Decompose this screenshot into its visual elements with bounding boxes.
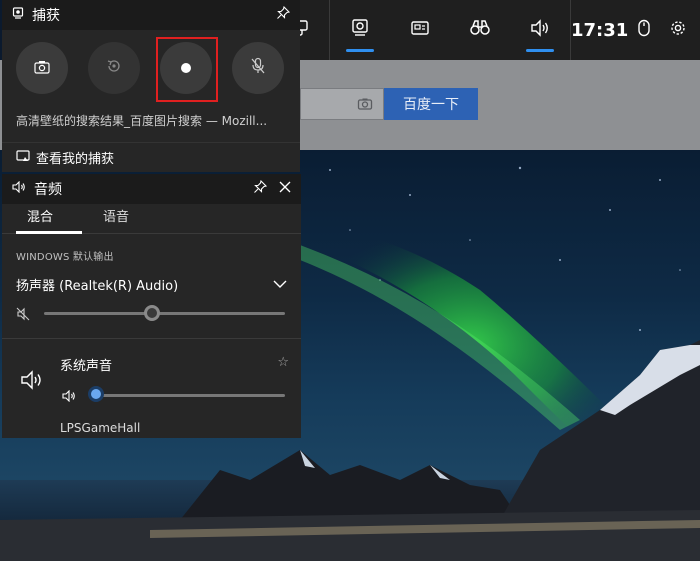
next-app-name: LPSGameHall <box>60 421 141 435</box>
audio-icon <box>529 18 551 42</box>
master-volume-track[interactable] <box>44 312 285 315</box>
settings-button[interactable] <box>661 0 695 60</box>
clock-time: 17:31 <box>571 19 629 41</box>
app-volume-track[interactable] <box>96 394 285 397</box>
app-volume-row: 系统声音 ☆ LPSGameHall <box>2 339 301 435</box>
settings-icon <box>669 19 687 41</box>
mouse-button[interactable] <box>627 0 661 60</box>
capture-title: 捕获 <box>32 8 60 24</box>
close-icon[interactable] <box>279 181 291 197</box>
gallery-icon <box>16 149 30 166</box>
mouse-icon <box>637 19 651 41</box>
mic-toggle-button[interactable] <box>232 42 284 94</box>
game-bar: 17:31 <box>269 0 700 60</box>
mute-icon[interactable] <box>16 306 30 325</box>
chevron-down-icon <box>273 277 287 292</box>
tab-voice[interactable]: 语音 <box>78 204 154 233</box>
pin-icon[interactable] <box>253 179 268 198</box>
app-name: 系统声音 <box>60 359 113 374</box>
audio-header[interactable]: 音频 <box>2 174 301 204</box>
capture-buttons-row <box>2 30 300 110</box>
view-captures-link[interactable]: 查看我的捕获 <box>2 142 300 172</box>
performance-toggle-button[interactable] <box>390 0 450 60</box>
master-volume-row <box>2 294 301 330</box>
binoculars-icon <box>469 18 491 42</box>
output-device-select[interactable]: 扬声器 (Realtek(R) Audio) <box>2 263 301 294</box>
performance-icon <box>410 18 430 42</box>
camera-icon <box>34 59 50 78</box>
record-last-30-button[interactable] <box>88 42 140 94</box>
record-last-30-icon <box>106 58 122 78</box>
default-output-label: WINDOWS 默认输出 <box>16 252 114 263</box>
speaker-icon <box>20 369 44 395</box>
mic-off-icon <box>250 57 266 79</box>
xbox-social-toggle-button[interactable] <box>450 0 510 60</box>
tab-mix[interactable]: 混合 <box>2 204 78 233</box>
audio-widget: 音频 混合 语音 WINDOWS 默认输出 扬声器 (Realtek(R) Au… <box>2 174 301 438</box>
captured-window-name: 高清壁纸的搜索结果_百度图片搜索 — Mozill... <box>16 114 268 128</box>
screenshot-button[interactable] <box>16 42 68 94</box>
favorite-star-icon[interactable]: ☆ <box>277 355 289 370</box>
browser-search-button: 百度一下 <box>384 88 478 120</box>
audio-title: 音频 <box>34 182 62 198</box>
audio-toggle-button[interactable] <box>510 0 570 60</box>
master-volume-knob[interactable] <box>144 305 161 321</box>
active-tab-indicator <box>16 231 82 234</box>
audio-widget-icon <box>12 180 26 197</box>
capture-icon <box>350 18 370 42</box>
app-volume-knob[interactable] <box>88 386 104 402</box>
view-captures-label: 查看我的捕获 <box>36 152 115 167</box>
browser-search-input <box>300 88 384 120</box>
record-button-highlight <box>156 37 218 102</box>
capture-widget: 捕获 高清壁纸的搜索结果_百度图片搜索 — Mozill... 查看我的捕获 <box>2 0 300 172</box>
camera-search-icon <box>357 96 373 112</box>
audio-tabs: 混合 语音 <box>2 204 301 234</box>
capture-widget-icon <box>12 7 24 23</box>
app-speaker-icon[interactable] <box>62 387 76 406</box>
capture-toggle-button[interactable] <box>330 0 390 60</box>
output-device-name: 扬声器 (Realtek(R) Audio) <box>16 279 179 294</box>
pin-icon[interactable] <box>276 5 291 24</box>
capture-header[interactable]: 捕获 <box>2 0 300 30</box>
